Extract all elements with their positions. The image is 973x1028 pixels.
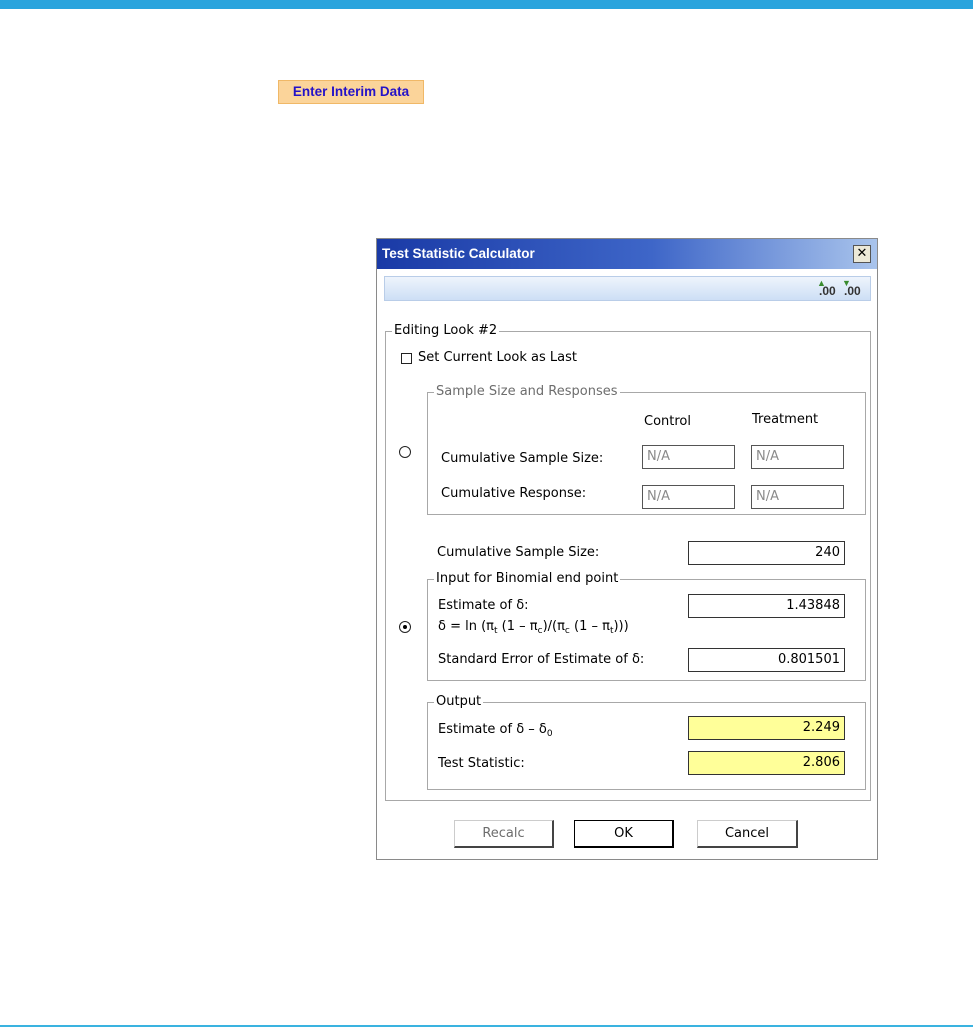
set-current-look-last-label: Set Current Look as Last (418, 350, 577, 365)
dialog-title: Test Statistic Calculator (382, 246, 535, 261)
recalc-button[interactable]: Recalc (454, 820, 554, 848)
estimate-delta-diff-label: Estimate of δ – δ0 (438, 722, 553, 739)
dialog-toolbar: ▲ .00 ▼ .00 (384, 276, 871, 301)
treatment-column-header: Treatment (752, 412, 819, 427)
cancel-button[interactable]: Cancel (697, 820, 798, 848)
close-icon[interactable]: ✕ (853, 245, 871, 263)
test-statistic-calculator-dialog: Test Statistic Calculator ✕ ▲ .00 ▼ .00 … (376, 238, 878, 860)
enter-interim-data-button[interactable]: Enter Interim Data (278, 80, 424, 104)
output-group: Output Estimate of δ – δ0 2.249 Test Sta… (427, 694, 866, 790)
test-statistic-output: 2.806 (688, 751, 845, 775)
set-current-look-last-checkbox[interactable] (401, 353, 412, 364)
decrease-decimal-icon[interactable]: ▼ .00 (841, 278, 863, 299)
control-sample-size-field[interactable]: N/A (642, 445, 735, 469)
delta-formula: δ = ln (πt (1 – πc)/(πc (1 – πt))) (438, 619, 629, 636)
output-legend: Output (434, 694, 484, 709)
cum-response-label: Cumulative Response: (441, 486, 587, 501)
test-statistic-label: Test Statistic: (438, 756, 525, 771)
sample-size-responses-group: Sample Size and Responses Control Treatm… (427, 384, 866, 515)
ok-button[interactable]: OK (574, 820, 674, 848)
cum-sample-size-main-label: Cumulative Sample Size: (437, 545, 600, 560)
increase-decimal-icon[interactable]: ▲ .00 (816, 278, 838, 299)
estimate-delta-label: Estimate of δ: (438, 598, 529, 613)
binomial-input-legend: Input for Binomial end point (434, 571, 621, 586)
treatment-sample-size-field[interactable]: N/A (751, 445, 844, 469)
editing-look-group: Editing Look #2 Set Current Look as Last… (385, 323, 871, 801)
binomial-input-group: Input for Binomial end point Estimate of… (427, 571, 866, 681)
estimate-delta-input[interactable]: 1.43848 (688, 594, 845, 618)
bottom-accent-line (0, 1025, 973, 1027)
editing-look-legend: Editing Look #2 (392, 323, 500, 338)
dialog-titlebar[interactable]: Test Statistic Calculator ✕ (377, 239, 877, 269)
radio-selected-dot (403, 625, 407, 629)
control-response-field[interactable]: N/A (642, 485, 735, 509)
control-column-header: Control (644, 414, 691, 429)
estimate-delta-diff-output: 2.249 (688, 716, 845, 740)
sample-size-responses-radio[interactable] (399, 446, 411, 458)
cum-sample-size-label: Cumulative Sample Size: (441, 451, 604, 466)
increase-decimal-label: .00 (819, 284, 836, 298)
standard-error-label: Standard Error of Estimate of δ: (438, 652, 645, 667)
binomial-input-radio[interactable] (399, 621, 411, 633)
standard-error-input[interactable]: 0.801501 (688, 648, 845, 672)
sample-size-responses-legend: Sample Size and Responses (434, 384, 620, 399)
treatment-response-field[interactable]: N/A (751, 485, 844, 509)
top-accent-band (0, 0, 973, 9)
cum-sample-size-input[interactable]: 240 (688, 541, 845, 565)
decrease-decimal-label: .00 (844, 284, 861, 298)
